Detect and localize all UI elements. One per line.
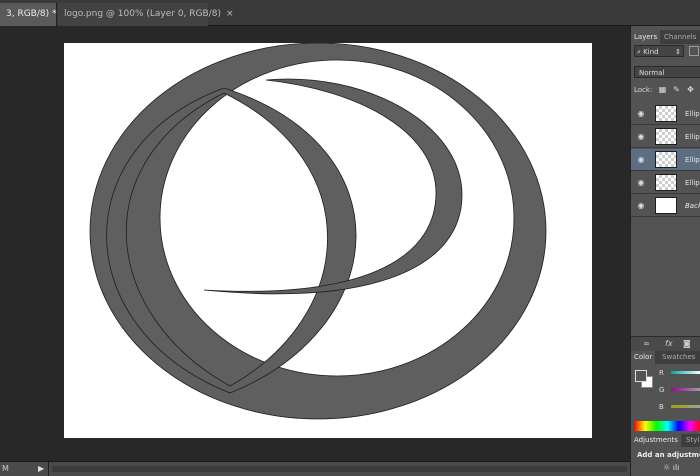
layer-name: Ellips	[685, 133, 700, 141]
eye-icon[interactable]: ◉	[634, 176, 648, 190]
search-icon: ⌕	[637, 48, 641, 56]
layer-row[interactable]: ◉ Ellips	[631, 126, 700, 148]
layer-row[interactable]: ◉ Ellips	[631, 103, 700, 125]
big-ring-shape	[89, 42, 547, 420]
right-panel-dock: Layers Channels ⌕ Kind ⇕ Normal Lock: ▦ …	[630, 26, 700, 476]
layer-row[interactable]: ◉ Ellips	[631, 172, 700, 194]
filter-image-icon[interactable]	[689, 46, 699, 56]
mask-icon[interactable]: ◙	[683, 339, 691, 348]
tab-layers[interactable]: Layers	[631, 30, 661, 44]
adjustments-panel-tabs: Adjustments Styl	[631, 434, 700, 447]
horizontal-scrollbar[interactable]	[52, 466, 627, 472]
tab-color[interactable]: Color	[631, 351, 656, 364]
options-bar-strip	[632, 0, 700, 7]
foreground-color-swatch[interactable]	[635, 370, 647, 382]
channel-g-slider[interactable]	[671, 388, 700, 391]
status-menu-arrow-icon[interactable]: ▶	[38, 462, 44, 475]
brightness-icon[interactable]: ☼ ılı	[663, 463, 679, 472]
tab-active-document[interactable]: 3, RGB/8) *	[0, 3, 57, 26]
lock-transparency-icon[interactable]: ▦	[658, 85, 667, 94]
eye-icon[interactable]: ◉	[634, 130, 648, 144]
logo-artwork	[89, 42, 547, 420]
layer-thumbnail	[655, 197, 677, 214]
layer-row-selected[interactable]: ◉ Ellips	[631, 149, 700, 171]
zoom-readout[interactable]: M	[2, 462, 9, 475]
tab-adjustments[interactable]: Adjustments	[631, 434, 681, 447]
layer-thumbnail	[655, 151, 677, 168]
lock-paint-icon[interactable]: ✎	[672, 85, 681, 94]
channel-b-label: B	[659, 403, 664, 411]
chevron-updown-icon: ⇕	[675, 48, 681, 56]
status-divider	[48, 462, 49, 476]
channel-r-slider[interactable]	[671, 371, 700, 374]
eye-icon[interactable]: ◉	[634, 153, 648, 167]
blend-mode-select[interactable]: Normal	[634, 66, 700, 78]
tab-label: 3, RGB/8) *	[6, 9, 57, 19]
eye-icon[interactable]: ◉	[634, 199, 648, 213]
fx-icon[interactable]: fx	[665, 339, 673, 348]
status-bar: M ▶	[0, 461, 632, 476]
layer-thumbnail	[655, 174, 677, 191]
color-panel-tabs: Color Swatches	[631, 351, 700, 364]
tab-styles[interactable]: Styl	[683, 434, 700, 447]
layers-panel-footer: ∞ fx ◙	[631, 336, 700, 351]
layer-name: Backg	[685, 202, 700, 210]
tab-channels[interactable]: Channels	[661, 30, 699, 44]
tab-label: logo.png @ 100% (Layer 0, RGB/8)	[64, 9, 221, 19]
eye-icon[interactable]: ◉	[634, 107, 648, 121]
close-icon[interactable]: ×	[226, 9, 234, 19]
lock-position-icon[interactable]: ✥	[686, 85, 695, 94]
layer-thumbnail	[655, 105, 677, 122]
adjustments-prompt: Add an adjustmen	[637, 451, 700, 459]
tab-logo-png[interactable]: logo.png @ 100% (Layer 0, RGB/8) ×	[58, 3, 234, 26]
layer-name: Ellips	[685, 156, 700, 164]
link-icon[interactable]: ∞	[643, 339, 650, 348]
kind-label: Kind	[643, 48, 659, 56]
layer-thumbnail	[655, 128, 677, 145]
layer-name: Ellips	[685, 179, 700, 187]
layers-panel-tabs: Layers Channels	[631, 30, 700, 44]
layer-row-background[interactable]: ◉ Backg	[631, 195, 700, 217]
document-canvas[interactable]	[64, 42, 592, 438]
channel-b-slider[interactable]	[671, 405, 700, 408]
document-tab-bar: 3, RGB/8) * logo.png @ 100% (Layer 0, RG…	[0, 0, 700, 26]
layer-name: Ellips	[685, 110, 700, 118]
channel-r-label: R	[659, 369, 664, 377]
layer-filter-kind-select[interactable]: ⌕ Kind ⇕	[634, 45, 684, 57]
tab-swatches[interactable]: Swatches	[659, 351, 698, 364]
channel-g-label: G	[659, 386, 665, 394]
color-spectrum-bar[interactable]	[634, 421, 700, 431]
blend-mode-value: Normal	[639, 69, 665, 77]
lock-label: Lock:	[634, 86, 653, 94]
